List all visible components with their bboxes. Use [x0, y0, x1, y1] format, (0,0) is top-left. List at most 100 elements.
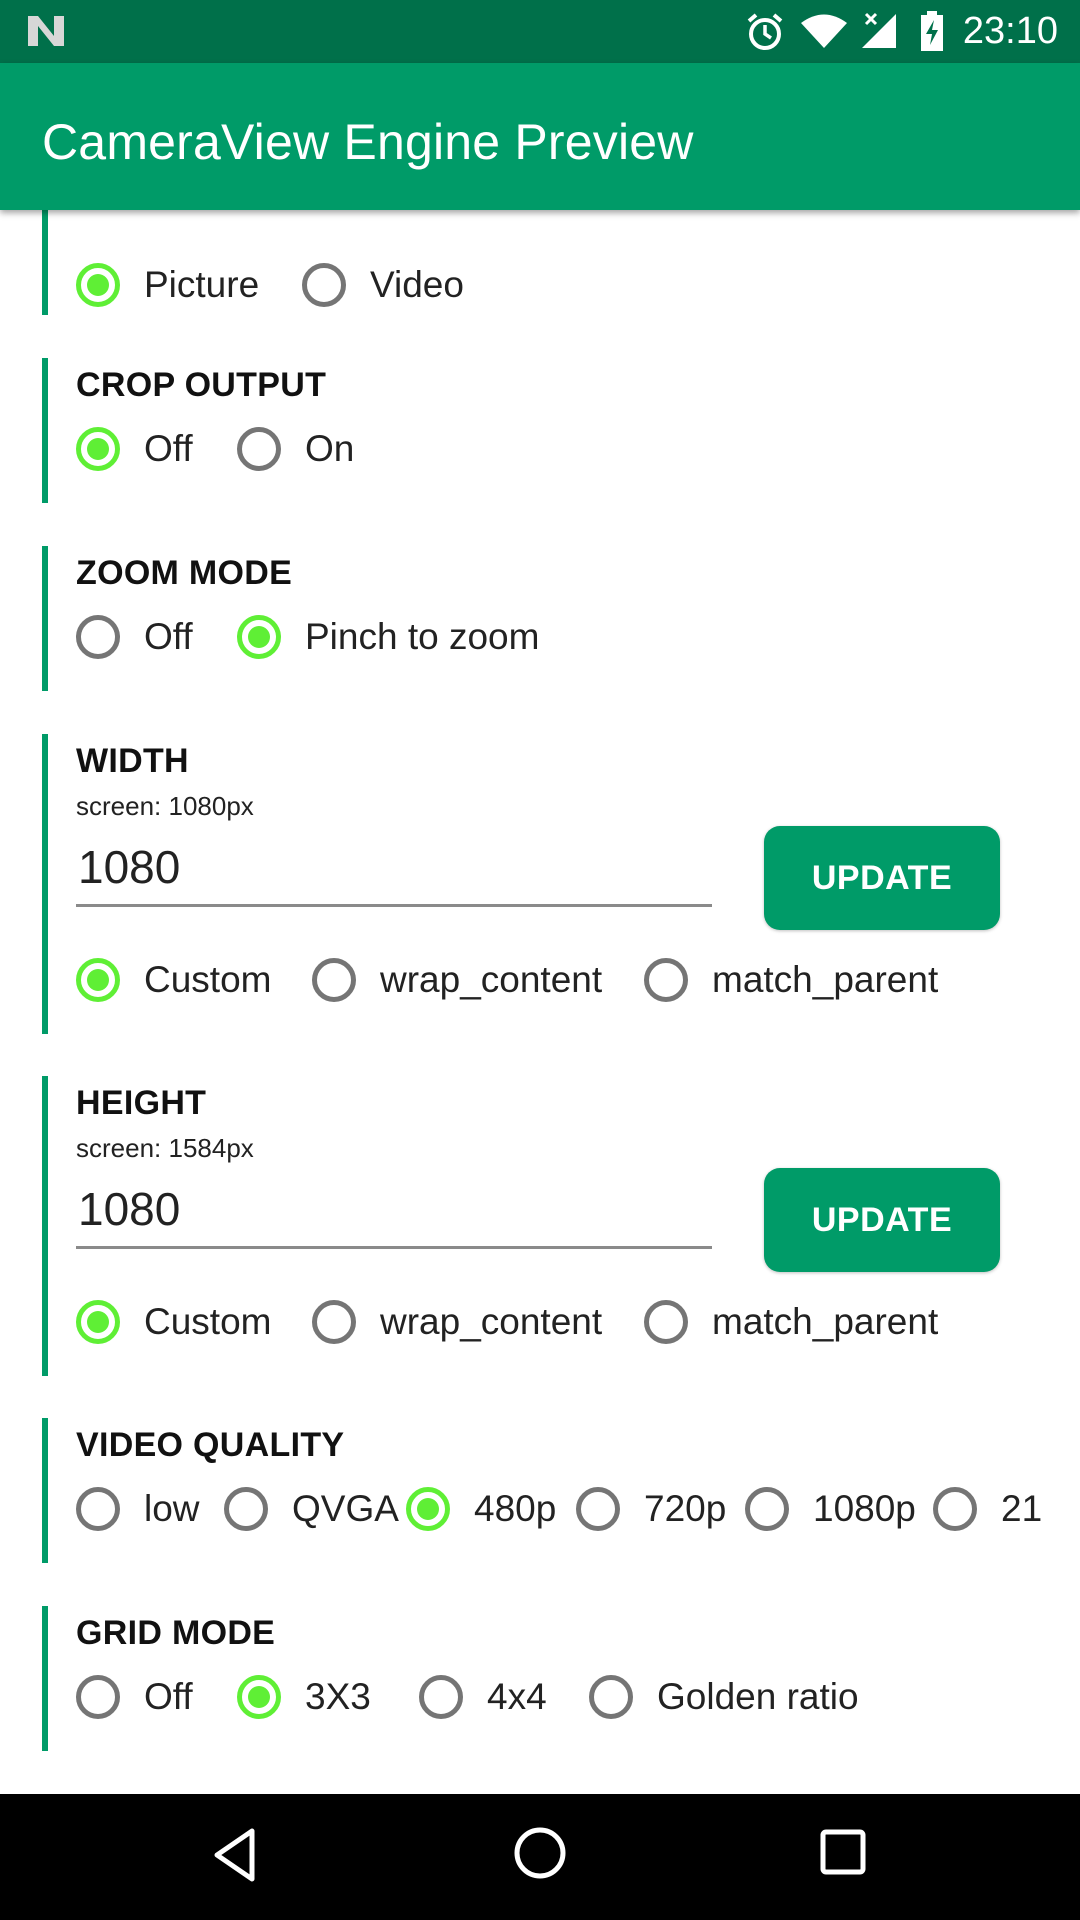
radio-label: 4x4	[487, 1676, 547, 1717]
radio-label: 480p	[474, 1488, 557, 1529]
section-title: VIDEO QUALITY	[76, 1426, 345, 1464]
height-field[interactable]	[76, 1176, 714, 1249]
navigation-bar	[0, 1794, 1080, 1920]
radio-label: Off	[144, 428, 193, 469]
radio-button[interactable]	[76, 1675, 120, 1719]
radio-height-match-parent[interactable]: match_parent	[644, 1294, 938, 1350]
radio-quality-qvga[interactable]: QVGA	[224, 1481, 399, 1537]
radio-grid-3x3[interactable]: 3X3	[237, 1669, 371, 1725]
width-update-button[interactable]: UPDATE	[764, 826, 1000, 930]
radio-height-wrap-content[interactable]: wrap_content	[312, 1294, 602, 1350]
radio-button[interactable]	[644, 958, 688, 1002]
radio-label: Golden ratio	[657, 1676, 859, 1717]
back-icon[interactable]	[212, 1827, 258, 1888]
status-bar: 23:10	[0, 0, 1080, 63]
radio-crop-off[interactable]: Off	[76, 421, 193, 477]
radio-button[interactable]	[644, 1300, 688, 1344]
radio-label: match_parent	[712, 959, 939, 1000]
app-bar: CameraView Engine Preview	[0, 63, 1080, 210]
width-field[interactable]	[76, 834, 714, 907]
radio-button[interactable]	[745, 1487, 789, 1531]
width-input[interactable]	[76, 834, 714, 900]
section-crop-output: CROP OUTPUT Off On	[42, 358, 1080, 503]
radio-button[interactable]	[406, 1487, 450, 1531]
radio-button[interactable]	[76, 1487, 120, 1531]
radio-label: wrap_content	[380, 959, 603, 1000]
section-video-quality: VIDEO QUALITY low QVGA 480p 720p 1080p 2…	[42, 1418, 1080, 1563]
n-logo-icon	[26, 14, 66, 53]
radio-width-custom[interactable]: Custom	[76, 952, 271, 1008]
radio-label: low	[144, 1488, 200, 1529]
radio-grid-off[interactable]: Off	[76, 1669, 193, 1725]
radio-button[interactable]	[237, 427, 281, 471]
section-mode: Picture Video	[42, 210, 1080, 315]
radio-zoom-pinch[interactable]: Pinch to zoom	[237, 609, 539, 665]
radio-button[interactable]	[312, 958, 356, 1002]
radio-zoom-off[interactable]: Off	[76, 609, 193, 665]
radio-label: 720p	[644, 1488, 727, 1529]
radio-width-wrap-content[interactable]: wrap_content	[312, 952, 602, 1008]
radio-quality-21[interactable]: 21	[933, 1481, 1042, 1537]
radio-mode-video[interactable]: Video	[302, 257, 464, 313]
home-icon[interactable]	[513, 1826, 567, 1885]
radio-button[interactable]	[76, 1300, 120, 1344]
radio-crop-on[interactable]: On	[237, 421, 354, 477]
radio-button[interactable]	[576, 1487, 620, 1531]
radio-quality-low[interactable]: low	[76, 1481, 200, 1537]
radio-button[interactable]	[312, 1300, 356, 1344]
section-width: WIDTH screen: 1080px UPDATE Custom wrap_…	[42, 734, 1080, 1034]
alarm-icon	[745, 12, 785, 57]
radio-button[interactable]	[933, 1487, 977, 1531]
section-title: HEIGHT	[76, 1084, 207, 1122]
radio-label: Picture	[144, 264, 260, 305]
section-height: HEIGHT screen: 1584px UPDATE Custom wrap…	[42, 1076, 1080, 1376]
radio-label: Off	[144, 616, 193, 657]
screen-height-hint: screen: 1584px	[76, 1133, 254, 1163]
radio-label: wrap_content	[380, 1301, 603, 1342]
radio-mode-picture[interactable]: Picture	[76, 257, 259, 313]
radio-quality-720p[interactable]: 720p	[576, 1481, 726, 1537]
radio-button[interactable]	[302, 263, 346, 307]
radio-height-custom[interactable]: Custom	[76, 1294, 271, 1350]
radio-label: Custom	[144, 1301, 272, 1342]
radio-label: 21	[1001, 1488, 1043, 1529]
height-input[interactable]	[76, 1176, 714, 1242]
section-title: GRID MODE	[76, 1614, 276, 1652]
radio-grid-golden-ratio[interactable]: Golden ratio	[589, 1669, 859, 1725]
radio-label: On	[305, 428, 355, 469]
screen-width-hint: screen: 1080px	[76, 791, 254, 821]
radio-quality-1080p[interactable]: 1080p	[745, 1481, 916, 1537]
radio-label: Off	[144, 1676, 193, 1717]
radio-label: 1080p	[813, 1488, 916, 1529]
signal-no-data-icon	[860, 12, 900, 55]
radio-button[interactable]	[76, 958, 120, 1002]
wifi-icon	[800, 14, 848, 53]
settings-list[interactable]: Picture Video CROP OUTPUT Off On ZOOM MO…	[0, 210, 1080, 1794]
radio-button[interactable]	[589, 1675, 633, 1719]
radio-label: Pinch to zoom	[305, 616, 540, 657]
radio-quality-480p[interactable]: 480p	[406, 1481, 556, 1537]
section-grid-mode: GRID MODE Off 3X3 4x4 Golden ratio	[42, 1606, 1080, 1751]
app-title: CameraView Engine Preview	[42, 114, 694, 170]
radio-width-match-parent[interactable]: match_parent	[644, 952, 938, 1008]
section-title: ZOOM MODE	[76, 554, 293, 592]
radio-button[interactable]	[224, 1487, 268, 1531]
battery-charging-icon	[920, 11, 944, 56]
radio-label: Video	[370, 264, 464, 305]
radio-button[interactable]	[419, 1675, 463, 1719]
section-title: WIDTH	[76, 742, 189, 780]
section-title: CROP OUTPUT	[76, 366, 327, 404]
radio-button[interactable]	[237, 615, 281, 659]
section-zoom-mode: ZOOM MODE Off Pinch to zoom	[42, 546, 1080, 691]
radio-label: match_parent	[712, 1301, 939, 1342]
height-update-button[interactable]: UPDATE	[764, 1168, 1000, 1272]
radio-button[interactable]	[76, 263, 120, 307]
radio-button[interactable]	[76, 615, 120, 659]
status-time: 23:10	[962, 10, 1058, 52]
radio-grid-4x4[interactable]: 4x4	[419, 1669, 547, 1725]
radio-button[interactable]	[76, 427, 120, 471]
recents-icon[interactable]	[820, 1829, 866, 1880]
radio-label: Custom	[144, 959, 272, 1000]
radio-label: QVGA	[292, 1488, 399, 1529]
radio-button[interactable]	[237, 1675, 281, 1719]
